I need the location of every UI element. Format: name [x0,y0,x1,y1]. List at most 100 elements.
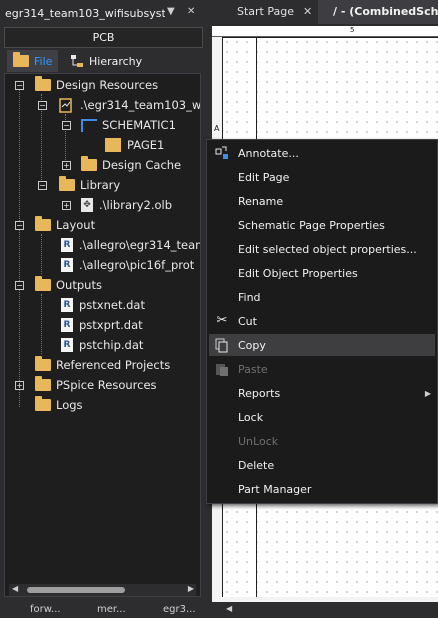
schematic-ruler: 5 [212,26,438,37]
tab-schematic-page[interactable]: / - (CombinedSchem [318,0,438,24]
menu-label: Lock [238,410,264,424]
menu-item-reports[interactable]: Reports ▶ [209,382,435,404]
report-file-icon: R [61,298,73,312]
bottom-tab[interactable]: egr3... [163,604,196,615]
tree-node-output-pstchip[interactable]: R pstchip.dat [61,335,143,355]
tree-node-design-resources[interactable]: Design Resources [35,75,158,95]
menu-item-find[interactable]: Find [209,286,435,308]
menu-item-copy[interactable]: Copy [209,334,435,356]
tree-label: SCHEMATIC1 [102,118,176,132]
menu-label: Annotate... [238,146,299,160]
menu-item-annotate[interactable]: Annotate... [209,142,435,164]
scroll-right-icon[interactable]: ▶ [188,584,194,593]
tree-label: .\allegro\egr314_team [79,238,201,252]
menu-label: Edit Object Properties [238,266,358,280]
menu-item-edit-object-properties[interactable]: Edit Object Properties [209,262,435,284]
collapse-toggle[interactable]: − [15,281,24,290]
submenu-arrow-icon: ▶ [424,388,431,398]
tree-node-output-pstxprt[interactable]: R pstxprt.dat [61,315,143,335]
tree-node-output-pstxnet[interactable]: R pstxnet.dat [61,295,145,315]
tree-label: PSpice Resources [56,378,157,392]
tree-label: Library [80,178,121,192]
menu-item-delete[interactable]: Delete [209,454,435,476]
menu-label: Delete [238,458,275,472]
expand-toggle[interactable]: + [15,381,24,390]
expand-toggle[interactable]: + [62,201,71,210]
tree-label: pstchip.dat [79,338,144,352]
tab-hierarchy[interactable]: Hierarchy [64,50,148,72]
tab-start-page[interactable]: Start Page ✕ [205,0,315,24]
report-file-icon: R [61,258,73,272]
bottom-tab[interactable]: forw... [30,604,61,615]
menu-item-part-manager[interactable]: Part Manager [209,478,435,500]
tree-horizontal-scrollbar[interactable]: ◀ ▶ [9,584,196,596]
document-tabs: Start Page ✕ / - (CombinedSchem [205,0,438,26]
tree-node-library-file[interactable]: ✥ .\library2.olb [81,195,172,215]
page-border [222,37,438,38]
menu-item-edit-selected-properties[interactable]: Edit selected object properties... [209,238,435,260]
collapse-toggle[interactable]: − [15,81,24,90]
tree-label: Layout [56,218,96,232]
menu-label: Rename [238,194,284,208]
tree-label: PAGE1 [127,138,165,152]
menu-item-edit-page[interactable]: Edit Page [209,166,435,188]
expand-toggle[interactable]: + [62,161,71,170]
menu-item-rename[interactable]: Rename [209,190,435,212]
folder-icon [35,76,51,91]
tree-node-layout-file-1[interactable]: R .\allegro\egr314_team [61,235,201,255]
scroll-left-icon[interactable]: ◀ [226,604,232,613]
tree-node-layout[interactable]: Layout [35,215,95,235]
close-tab-icon[interactable]: ✕ [303,0,312,24]
menu-item-unlock[interactable]: UnLock [209,430,435,452]
bottom-tab[interactable]: mer... [97,604,126,615]
report-file-icon: R [61,238,73,252]
tree-label: pstxnet.dat [79,298,145,312]
tree-node-outputs[interactable]: Outputs [35,275,102,295]
hierarchy-icon [71,55,83,67]
collapse-toggle[interactable]: − [38,101,47,110]
scrollbar-thumb[interactable] [27,587,125,593]
pin-dropdown-icon[interactable]: ▼ [167,6,175,17]
folder-icon [35,276,51,291]
tree-label: .\library2.olb [99,198,173,212]
pcb-section-header: PCB [4,27,203,48]
annotate-icon [214,145,230,161]
close-icon[interactable]: ✕ [187,6,195,17]
tree-node-page[interactable]: PAGE1 [105,135,164,155]
tab-file[interactable]: File [7,50,59,72]
folder-icon [59,176,75,191]
collapse-toggle[interactable]: − [62,121,71,130]
menu-label: Schematic Page Properties [238,218,385,232]
project-tree: − Design Resources − .\egr314_team103_w … [4,73,201,597]
context-menu: Annotate... Edit Page Rename Schematic P… [206,139,438,504]
collapse-toggle[interactable]: − [15,221,24,230]
tree-node-pspice-resources[interactable]: PSpice Resources [35,375,157,395]
tree-node-schematic[interactable]: SCHEMATIC1 [81,115,176,135]
menu-label: Paste [238,362,268,376]
menu-label: Part Manager [238,482,312,496]
panel-title: egr314_team103_wifisubsyst... [5,6,165,20]
tree-node-design-cache[interactable]: Design Cache [81,155,181,175]
collapse-toggle[interactable]: − [38,181,47,190]
menu-item-schematic-page-properties[interactable]: Schematic Page Properties [209,214,435,236]
folder-icon [35,216,51,231]
copy-icon [214,337,230,353]
scroll-left-icon[interactable]: ◀ [12,584,18,593]
tree-node-logs[interactable]: Logs [35,395,83,415]
menu-item-cut[interactable]: ✂ Cut [209,310,435,332]
report-file-icon: R [61,318,73,332]
tree-node-library[interactable]: Library [59,175,120,195]
schematic-folder-icon [81,118,97,132]
tree-node-referenced-projects[interactable]: Referenced Projects [35,355,170,375]
menu-item-paste[interactable]: Paste [209,358,435,380]
report-file-icon: R [61,338,73,352]
tree-label: Logs [56,398,83,412]
tree-label: .\allegro\pic16f_prot [79,258,195,272]
menu-item-lock[interactable]: Lock [209,406,435,428]
menu-label: Edit Page [238,170,290,184]
paste-icon [214,361,230,377]
canvas-horizontal-scrollbar[interactable]: ◀ [222,602,438,618]
tree-node-design-file[interactable]: .\egr314_team103_w [59,95,201,115]
tree-label: .\egr314_team103_w [80,98,201,112]
tree-node-layout-file-2[interactable]: R .\allegro\pic16f_prot [61,255,194,275]
